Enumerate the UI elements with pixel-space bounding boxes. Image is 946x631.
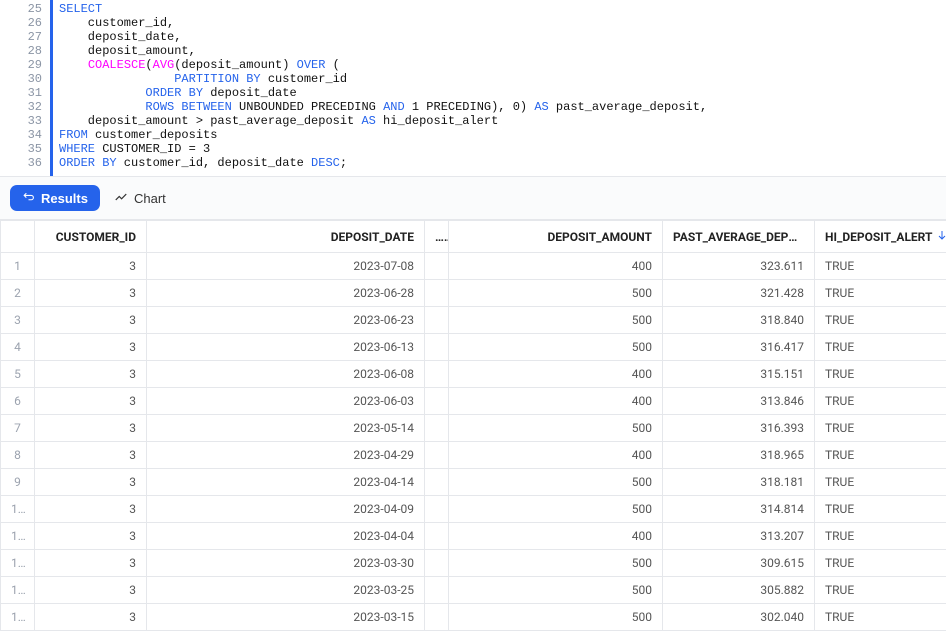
table-row[interactable]: 932023-04-14500318.181TRUE	[1, 469, 946, 496]
table-row[interactable]: 832023-04-29400318.965TRUE	[1, 442, 946, 469]
table-row[interactable]: 632023-06-03400313.846TRUE	[1, 388, 946, 415]
col-deposit-amount[interactable]: DEPOSIT_AMOUNT	[449, 221, 663, 253]
chart-line-icon	[114, 190, 128, 207]
table-row[interactable]: 532023-06-08400315.151TRUE	[1, 361, 946, 388]
table-row[interactable]: 1132023-04-04400313.207TRUE	[1, 523, 946, 550]
chart-label: Chart	[134, 191, 166, 206]
sql-editor[interactable]: 252627282930313233343536 SELECT customer…	[0, 0, 946, 177]
results-toolbar: Results Chart	[0, 177, 946, 220]
table-row[interactable]: 332023-06-23500318.840TRUE	[1, 307, 946, 334]
arrow-return-icon	[22, 190, 35, 206]
col-hi-deposit-alert[interactable]: HI_DEPOSIT_ALERT	[815, 221, 946, 253]
col-deposit-date[interactable]: DEPOSIT_DATE	[147, 221, 425, 253]
col-hi-deposit-alert-label: HI_DEPOSIT_ALERT	[825, 230, 932, 244]
table-row[interactable]: 1432023-03-15500302.040TRUE	[1, 604, 946, 631]
col-customer-id[interactable]: CUSTOMER_ID	[35, 221, 147, 253]
results-table-wrap[interactable]: CUSTOMER_ID DEPOSIT_DATE … DEPOSIT_AMOUN…	[0, 220, 946, 631]
editor-gutter: 252627282930313233343536	[0, 0, 50, 176]
results-button[interactable]: Results	[10, 185, 100, 211]
col-past-average-deposit[interactable]: PAST_AVERAGE_DEPOSIT	[663, 221, 815, 253]
table-row[interactable]: 1032023-04-09500314.814TRUE	[1, 496, 946, 523]
table-row[interactable]: 732023-05-14500316.393TRUE	[1, 415, 946, 442]
results-label: Results	[41, 191, 88, 206]
table-row[interactable]: 1332023-03-25500305.882TRUE	[1, 577, 946, 604]
sort-desc-icon	[936, 229, 946, 244]
results-table: CUSTOMER_ID DEPOSIT_DATE … DEPOSIT_AMOUN…	[0, 220, 946, 631]
editor-code[interactable]: SELECT customer_id, deposit_date, deposi…	[59, 2, 946, 170]
col-ellipsis[interactable]: …	[425, 221, 449, 253]
table-row[interactable]: 432023-06-13500316.417TRUE	[1, 334, 946, 361]
row-number-header	[1, 221, 35, 253]
table-row[interactable]: 1232023-03-30500309.615TRUE	[1, 550, 946, 577]
table-row[interactable]: 232023-06-28500321.428TRUE	[1, 280, 946, 307]
chart-button[interactable]: Chart	[114, 190, 166, 207]
table-row[interactable]: 132023-07-08400323.611TRUE	[1, 253, 946, 280]
table-header-row: CUSTOMER_ID DEPOSIT_DATE … DEPOSIT_AMOUN…	[1, 221, 946, 253]
